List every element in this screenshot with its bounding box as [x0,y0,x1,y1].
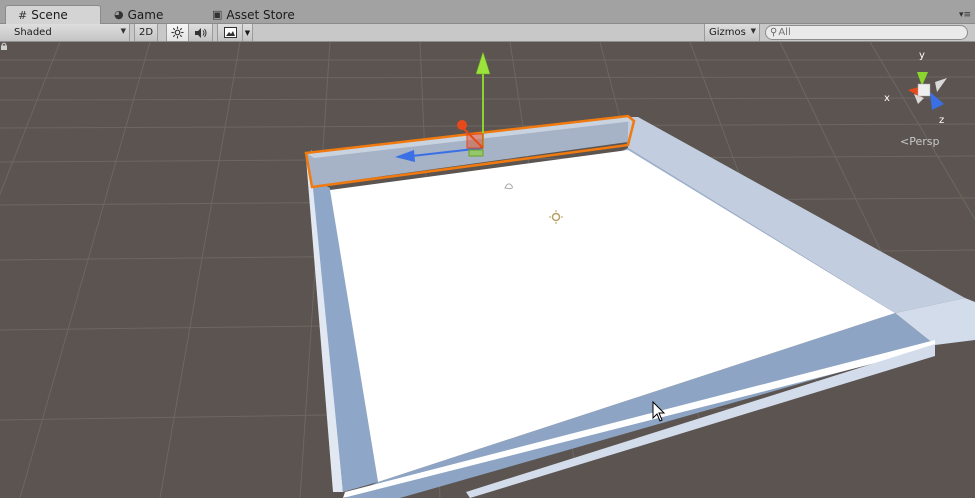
scene-view-canvas[interactable]: y x z [0,42,975,498]
scene-toolbar: Shaded ▼ 2D ▼ Gizmos ▼ ⚲ All [0,24,975,42]
scene-audio-toggle[interactable] [189,24,213,41]
chevron-down-icon: ▼ [244,28,251,37]
2d-toggle-button[interactable]: 2D [134,24,158,41]
hierarchy-search[interactable]: ⚲ [765,25,968,40]
game-pacman-icon: ◕ [114,8,124,21]
tab-bar: # Scene ◕ Game ▣ Asset Store ▾≡ [0,0,975,24]
projection-toggle[interactable]: <Persp [900,135,939,148]
tab-scene-label: Scene [31,8,68,22]
gizmos-label: Gizmos [709,27,746,38]
speaker-icon [194,27,206,38]
search-input[interactable] [778,27,949,38]
lock-icon[interactable] [0,42,8,50]
chevron-down-icon: ▼ [120,27,126,35]
gizmos-dropdown[interactable]: Gizmos ▼ [704,24,760,41]
panel-menu-icon[interactable]: ▾≡ [959,10,971,20]
draw-mode-dropdown[interactable]: Shaded ▼ [0,24,130,41]
tab-game-label: Game [127,7,164,22]
draw-mode-label: Shaded [14,27,52,38]
xz-plane-handle[interactable] [468,149,484,157]
chevron-down-icon: ▼ [750,27,756,35]
effects-menu-arrow[interactable]: ▼ [243,24,253,41]
axis-y-label: y [919,50,925,61]
axis-z-label: z [939,115,944,126]
search-icon: ⚲ [770,27,778,38]
tab-scene[interactable]: # Scene [5,5,101,24]
tab-asset-store[interactable]: ▣ Asset Store [200,5,310,24]
tab-game[interactable]: ◕ Game [102,5,197,24]
tab-asset-store-label: Asset Store [226,7,295,22]
image-effects-icon [223,27,237,38]
2d-toggle-label: 2D [138,27,154,38]
scene-viewport[interactable]: y x z <Persp [0,42,975,498]
x-axis-arrow-icon[interactable] [457,120,467,130]
sun-icon [171,26,184,39]
asset-store-bag-icon: ▣ [212,8,223,21]
scene-grid-icon: # [18,8,28,22]
projection-label: Persp [909,135,940,148]
scene-lighting-toggle[interactable] [166,24,189,41]
xy-plane-handle[interactable] [466,133,484,149]
center-cube[interactable] [917,83,931,97]
chevron-left-icon: < [900,135,910,148]
scene-effects-dropdown[interactable] [217,24,243,41]
axis-x-label: x [884,93,890,104]
